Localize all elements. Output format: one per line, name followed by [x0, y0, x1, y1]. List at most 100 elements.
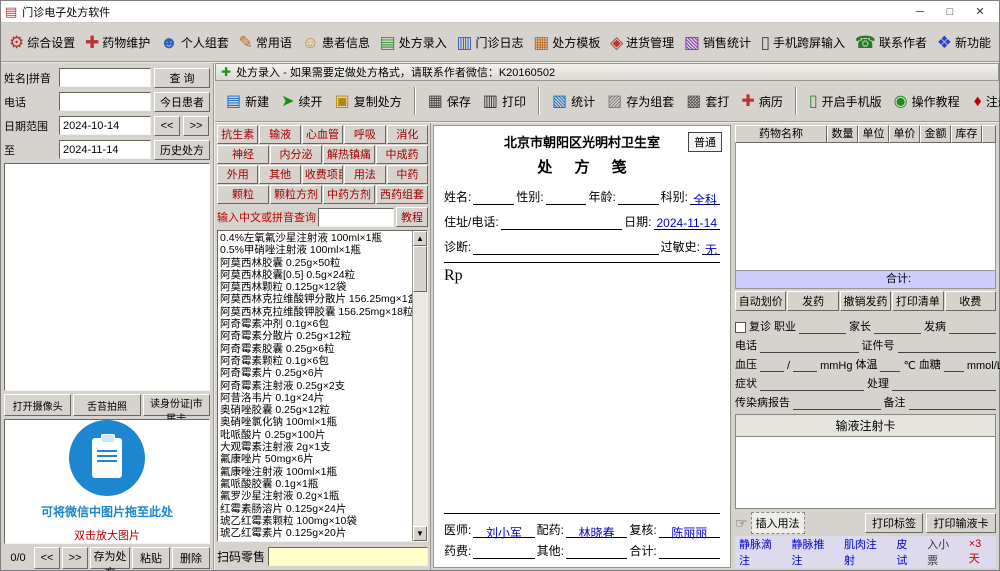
drug-list-item[interactable]: 阿莫西林颗粒 0.125g×12袋: [220, 281, 412, 293]
temp-field[interactable]: [880, 359, 900, 372]
category-tab[interactable]: 输液: [259, 125, 300, 144]
minimize-button[interactable]: ─: [905, 3, 935, 21]
prescription-type-badge[interactable]: 普通: [688, 132, 722, 152]
drug-list-item[interactable]: 奥硝唑胶囊 0.25g×12粒: [220, 404, 412, 416]
dispenser-name[interactable]: 林晓春: [566, 524, 627, 538]
drug-list-item[interactable]: 阿奇霉素片 0.25g×6片: [220, 367, 412, 379]
idno-field[interactable]: [898, 340, 997, 353]
drug-search-input[interactable]: [318, 208, 394, 227]
category-tab[interactable]: 其他: [259, 165, 300, 184]
doctor-name[interactable]: 刘小军: [473, 524, 534, 538]
toolbar-button[interactable]: ▩ 套打: [680, 89, 735, 114]
drug-list-item[interactable]: 阿莫西林胶囊 0.25g×50粒: [220, 257, 412, 269]
query-button[interactable]: 查 询: [154, 68, 210, 88]
remark-field[interactable]: [909, 397, 997, 410]
bp-dia-field[interactable]: [793, 359, 817, 372]
total-field[interactable]: [659, 545, 720, 559]
open-camera-button[interactable]: 打开摄像头: [4, 394, 71, 416]
table-header-cell[interactable]: 单价: [889, 125, 920, 143]
toolbar-button[interactable]: ▥ 门诊日志: [456, 34, 523, 51]
usage-link[interactable]: 肌肉注射: [844, 536, 887, 568]
toolbar-button[interactable]: ▤ 处方录入: [380, 34, 447, 51]
register-button[interactable]: ♦ 注册: [968, 89, 1000, 114]
drug-list-item[interactable]: 阿莫西林胶囊[0.5] 0.5g×24粒: [220, 269, 412, 281]
table-header-cell[interactable]: 金额: [920, 125, 951, 143]
scrollbar-track[interactable]: [413, 292, 427, 526]
drug-list-item[interactable]: 阿奇霉素胶囊 0.25g×6粒: [220, 343, 412, 355]
drug-list-item[interactable]: 吡哌酸片 0.25g×100片: [220, 429, 412, 441]
toolbar-button[interactable]: ▦ 保存: [422, 89, 477, 114]
toolbar-button[interactable]: ➤ 续开: [275, 89, 328, 114]
category-tab[interactable]: 颗粒方剂: [270, 185, 322, 204]
table-header-cell[interactable]: 药物名称: [735, 125, 827, 143]
toolbar-button[interactable]: ✎ 常用语: [239, 34, 292, 51]
category-tab[interactable]: 中药方剂: [323, 185, 375, 204]
table-scroll-button[interactable]: [982, 125, 996, 143]
category-tab[interactable]: 呼吸: [344, 125, 385, 144]
dept-value[interactable]: 全科: [690, 191, 720, 205]
toolbar-button[interactable]: ☎ 联系作者: [855, 34, 927, 51]
image-drop-area[interactable]: 可将微信中图片拖至此处 双击放大图片: [4, 419, 210, 544]
phone-input[interactable]: [59, 92, 151, 111]
usage-link[interactable]: 静脉推注: [791, 536, 834, 568]
tongue-photo-button[interactable]: 舌苔拍照: [73, 394, 140, 416]
billing-action-button[interactable]: 撤销发药: [840, 291, 891, 311]
usage-link[interactable]: 入小票: [927, 536, 960, 568]
occupation-field[interactable]: [799, 321, 846, 334]
drug-list-item[interactable]: 琥乙红霉素颗粒 100mg×10袋: [220, 515, 412, 527]
toolbar-button[interactable]: ▨ 存为组套: [601, 89, 680, 114]
scroll-up-icon[interactable]: ▲: [413, 231, 427, 246]
drug-list-item[interactable]: 氟康唑注射液 100ml×1瓶: [220, 466, 412, 478]
drug-list-item[interactable]: 阿莫西林克拉维酸钾胶囊 156.25mg×18粒: [220, 306, 412, 318]
date-prev-button[interactable]: <<: [154, 116, 180, 136]
toolbar-button[interactable]: ❖ 新功能: [937, 34, 991, 51]
save-as-prescription-button[interactable]: 存为处方: [90, 547, 130, 569]
barcode-input[interactable]: [268, 547, 428, 566]
drug-list-item[interactable]: 阿奇霉素颗粒 0.1g×6包: [220, 355, 412, 367]
print-infusion-button[interactable]: 打印输液卡: [926, 513, 996, 533]
category-tab[interactable]: 中成药: [376, 145, 428, 164]
infusion-card-body[interactable]: [736, 437, 995, 508]
image-next-button[interactable]: >>: [62, 547, 88, 569]
close-button[interactable]: ✕: [965, 3, 995, 21]
category-tab[interactable]: 西药组套: [376, 185, 428, 204]
insert-usage-button[interactable]: 插入用法: [751, 512, 805, 534]
drug-list-item[interactable]: 阿奇霉素冲剂 0.1g×6包: [220, 318, 412, 330]
usage-link[interactable]: 静脉滴注: [739, 536, 782, 568]
phone-field[interactable]: [760, 340, 859, 353]
sex-field[interactable]: [546, 191, 587, 205]
category-tab[interactable]: 用法: [344, 165, 385, 184]
drug-list-scrollbar[interactable]: ▲ ▼: [412, 231, 427, 541]
name-field[interactable]: [473, 191, 514, 205]
delete-button[interactable]: 删除: [172, 547, 210, 569]
drug-list-item[interactable]: 阿昔洛韦片 0.1g×24片: [220, 392, 412, 404]
drug-list-item[interactable]: 0.4%左氧氟沙星注射液 100ml×1瓶: [220, 232, 412, 244]
table-header-cell[interactable]: 数量: [827, 125, 858, 143]
maximize-button[interactable]: □: [935, 3, 965, 21]
prescription-body[interactable]: [444, 287, 720, 513]
billing-action-button[interactable]: 发药: [787, 291, 838, 311]
drug-list-item[interactable]: 奥硝唑氯化钠 100ml×1瓶: [220, 416, 412, 428]
toolbar-button[interactable]: ◉ 操作教程: [888, 89, 966, 114]
allergy-value[interactable]: 无: [702, 241, 720, 255]
toolbar-button[interactable]: ✚ 药物维护: [85, 34, 150, 51]
toolbar-button[interactable]: ▦ 处方模板: [533, 34, 600, 51]
table-header-cell[interactable]: 单位: [858, 125, 889, 143]
age-field[interactable]: [618, 191, 659, 205]
infect-report-field[interactable]: [793, 397, 881, 410]
billing-action-button[interactable]: 打印清单: [892, 291, 943, 311]
table-header-cell[interactable]: 库存: [951, 125, 982, 143]
other-field[interactable]: [566, 545, 627, 559]
scrollbar-thumb[interactable]: [413, 246, 427, 292]
usage-link[interactable]: 皮试: [896, 536, 918, 568]
read-idcard-button[interactable]: 读身份证|市民卡: [143, 394, 210, 416]
bp-sys-field[interactable]: [760, 359, 784, 372]
drug-list-item[interactable]: 琥乙红霉素片 0.125g×20片: [220, 527, 412, 539]
toolbar-button[interactable]: ▯ 手机跨屏输入: [761, 34, 845, 51]
toolbar-button[interactable]: ▤ 新建: [220, 89, 275, 114]
history-prescriptions-button[interactable]: 历史处方: [154, 140, 210, 160]
tutorial-button[interactable]: 教程: [396, 207, 428, 227]
toolbar-button[interactable]: ◈ 进货管理: [610, 34, 674, 51]
diagnosis-field[interactable]: [473, 241, 658, 255]
category-tab[interactable]: 抗生素: [217, 125, 258, 144]
